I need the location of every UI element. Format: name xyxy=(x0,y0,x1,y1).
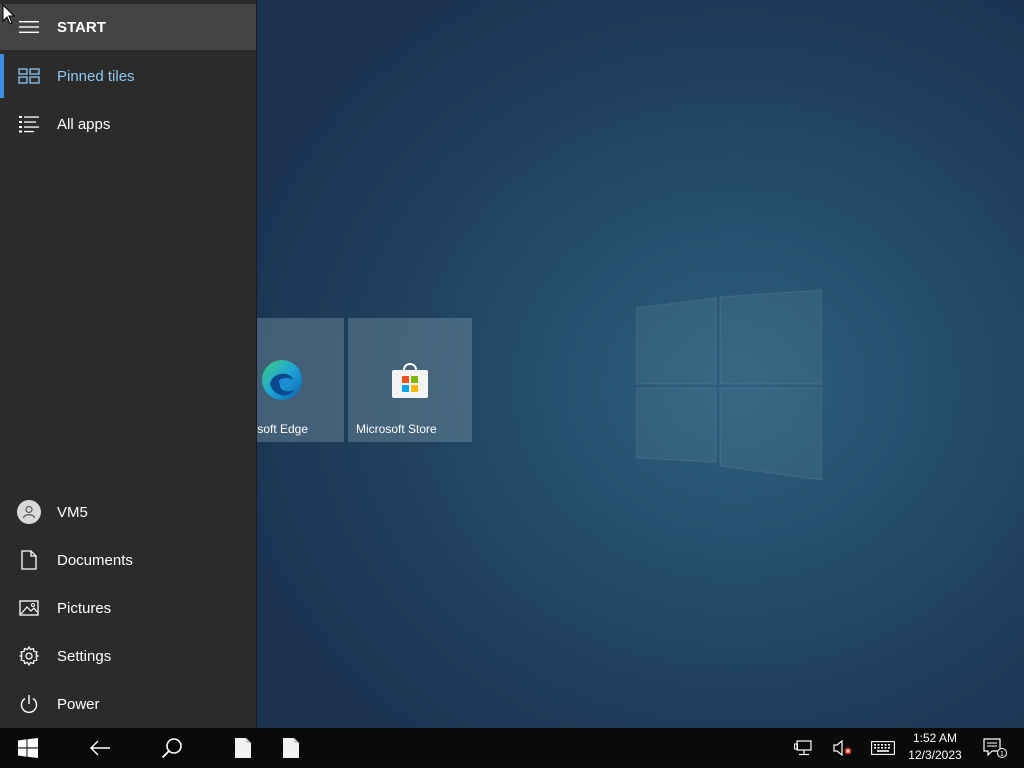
start-menu-pane: START Pinned tiles All apps VM5 Document… xyxy=(0,0,257,728)
document-icon xyxy=(20,550,37,570)
nav-documents[interactable]: Documents xyxy=(0,536,256,584)
taskbar-clock[interactable]: 1:52 AM 12/3/2023 xyxy=(900,730,970,766)
back-button[interactable] xyxy=(72,728,128,768)
taskbar: 1:52 AM 12/3/2023 1 xyxy=(0,728,1024,768)
tile-label: Microsoft Edge xyxy=(256,422,309,436)
pinned-tiles-area: Microsoft Edge Microsoft Store xyxy=(256,0,1024,728)
nav-all-apps[interactable]: All apps xyxy=(0,100,256,148)
nav-user-account[interactable]: VM5 xyxy=(0,488,256,536)
taskbar-file-button[interactable] xyxy=(226,728,260,768)
mouse-cursor-icon xyxy=(2,4,16,25)
selection-accent xyxy=(0,54,4,98)
nav-label: Pinned tiles xyxy=(57,67,135,85)
file-icon xyxy=(283,738,299,758)
start-header-button[interactable]: START xyxy=(0,4,256,50)
tile-label: Microsoft Store xyxy=(356,422,437,436)
network-icon xyxy=(794,740,812,756)
nav-settings[interactable]: Settings xyxy=(0,632,256,680)
edge-icon xyxy=(262,360,302,400)
gear-icon xyxy=(18,646,39,666)
list-icon xyxy=(18,116,39,133)
clock-date: 12/3/2023 xyxy=(908,748,962,762)
volume-muted-icon xyxy=(833,740,852,756)
nav-pictures[interactable]: Pictures xyxy=(0,584,256,632)
nav-label: Settings xyxy=(57,647,112,665)
nav-label: Documents xyxy=(57,551,133,569)
search-button[interactable] xyxy=(144,728,200,768)
action-center-button[interactable]: 1 xyxy=(978,728,1012,768)
file-icon xyxy=(235,738,251,758)
avatar xyxy=(16,500,41,524)
back-icon xyxy=(90,740,110,756)
nav-label: Pictures xyxy=(57,599,112,617)
network-tray-button[interactable] xyxy=(788,728,818,768)
nav-label: All apps xyxy=(57,115,111,133)
volume-tray-button[interactable] xyxy=(828,728,858,768)
nav-label: Power xyxy=(57,695,100,713)
power-icon xyxy=(20,695,37,713)
windows-icon xyxy=(18,738,38,758)
nav-power[interactable]: Power xyxy=(0,680,256,728)
notification-count: 1 xyxy=(1000,751,1004,758)
tiles-icon xyxy=(17,68,40,84)
search-icon xyxy=(161,738,182,759)
nav-pinned-tiles[interactable]: Pinned tiles xyxy=(0,52,256,100)
keyboard-icon xyxy=(871,741,895,755)
tile-microsoft-edge[interactable]: Microsoft Edge xyxy=(256,318,344,442)
user-icon xyxy=(22,505,35,519)
start-button[interactable] xyxy=(0,728,56,768)
tile-microsoft-store[interactable]: Microsoft Store xyxy=(348,318,472,442)
clock-time: 1:52 AM xyxy=(912,731,958,745)
notifications-icon: 1 xyxy=(983,738,1007,758)
nav-label: VM5 xyxy=(57,503,88,521)
keyboard-tray-button[interactable] xyxy=(866,728,900,768)
pictures-icon xyxy=(18,600,39,616)
store-icon xyxy=(392,363,428,398)
hamburger-icon xyxy=(18,21,39,33)
taskbar-file-button[interactable] xyxy=(274,728,308,768)
start-title: START xyxy=(57,18,106,36)
